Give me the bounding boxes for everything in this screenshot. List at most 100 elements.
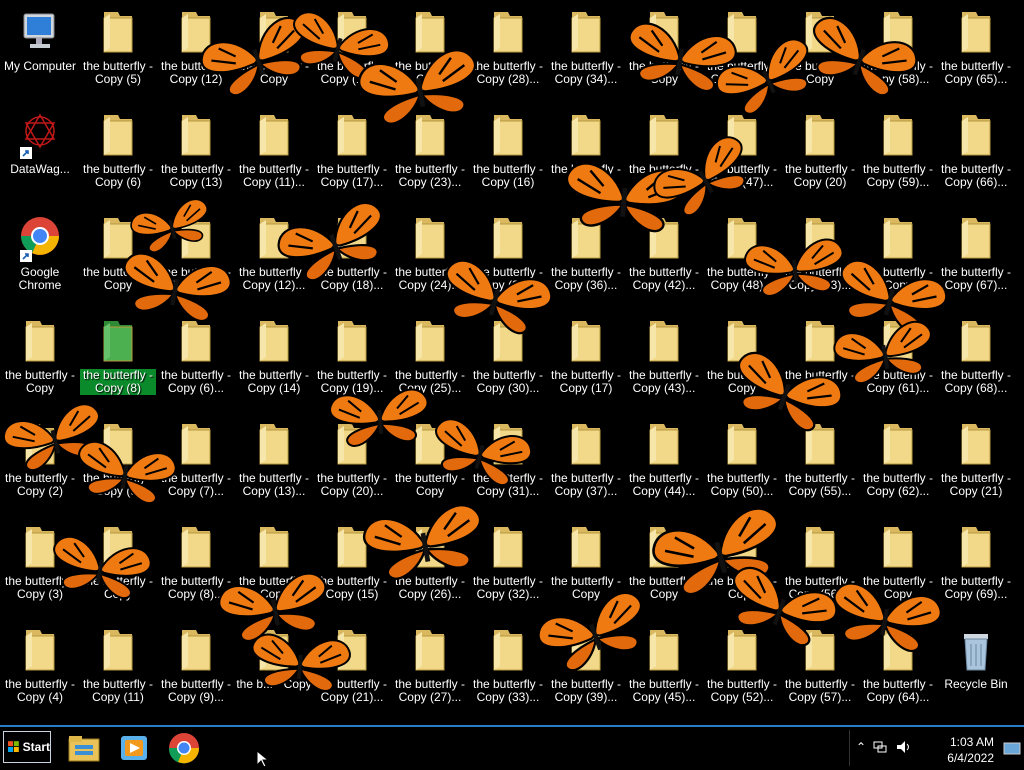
folder-icon[interactable]: the butterfly - Copy: [1, 311, 79, 411]
folder-icon[interactable]: the butterfly - Copy: [625, 517, 703, 617]
folder-icon[interactable]: the butterfly - Copy (7)...: [157, 414, 235, 514]
folder-icon[interactable]: the butterfly - Copy (19)...: [313, 311, 391, 411]
folder-icon[interactable]: the butterfly - Copy (46)...: [703, 2, 781, 102]
folder-icon[interactable]: the butterfly - Copy (13): [157, 105, 235, 205]
folder-icon[interactable]: the butterfly - Copy (64)...: [859, 620, 937, 720]
folder-icon[interactable]: the butterfly - Copy (23)...: [391, 105, 469, 205]
folder-icon[interactable]: the butterfly - Copy: [625, 105, 703, 205]
my-computer-icon[interactable]: My Computer: [1, 2, 79, 102]
folder-icon[interactable]: the butterfly - Copy (43)...: [625, 311, 703, 411]
folder-icon[interactable]: the butterfly - Copy (5): [79, 2, 157, 102]
folder-icon[interactable]: the butterfly - Copy (8): [79, 311, 157, 411]
folder-icon[interactable]: the butterfly - Copy (39)...: [547, 620, 625, 720]
folder-icon[interactable]: the butterfly - Copy: [781, 311, 859, 411]
folder-icon[interactable]: the butterfly - Copy: [859, 208, 937, 308]
folder-icon[interactable]: the butterfly - Copy (27)...: [391, 620, 469, 720]
folder-icon[interactable]: the butterfly - Copy (32)...: [469, 517, 547, 617]
folder-icon[interactable]: the butterfly - Copy (34)...: [547, 2, 625, 102]
folder-icon[interactable]: the butterfly - Copy (56)...: [781, 517, 859, 617]
folder-icon[interactable]: the butterfly - Copy (28)...: [469, 2, 547, 102]
folder-icon[interactable]: the butterfly - Copy (61)...: [859, 311, 937, 411]
chevron-up-icon[interactable]: ⌃: [856, 740, 866, 754]
folder-icon[interactable]: the butterfly - Copy (3): [1, 517, 79, 617]
folder-icon[interactable]: the butterfly - Copy (16)...: [313, 2, 391, 102]
folder-icon[interactable]: the butterfly - Copy (48)...: [703, 208, 781, 308]
start-button[interactable]: Start: [3, 731, 51, 763]
folder-icon[interactable]: the butterfly - Copy (57)...: [781, 620, 859, 720]
folder-icon[interactable]: the butterfly - Copy (9): [79, 414, 157, 514]
folder-icon[interactable]: the butterfly - Copy: [235, 517, 313, 617]
folder-icon[interactable]: the butterfly - Copy: [625, 2, 703, 102]
folder-icon[interactable]: the butterfly - Copy (11): [79, 620, 157, 720]
file-explorer-icon[interactable]: [66, 731, 102, 765]
folder-icon[interactable]: the butterfly - Copy (58)...: [859, 2, 937, 102]
folder-icon[interactable]: the butterfly - Copy: [703, 311, 781, 411]
folder-icon[interactable]: the butterfly - Copy (59)...: [859, 105, 937, 205]
folder-icon[interactable]: the butterfly - Copy: [703, 517, 781, 617]
folder-icon[interactable]: the butterfly - Copy (6)...: [157, 311, 235, 411]
folder-icon[interactable]: the butterfly - Copy (6): [79, 105, 157, 205]
folder-icon[interactable]: the butterfly - Copy (18)...: [313, 208, 391, 308]
network-icon[interactable]: [872, 740, 888, 754]
folder-icon[interactable]: the butterfly - Copy (12): [157, 2, 235, 102]
folder-icon[interactable]: the butterfly - Copy (53)...: [781, 208, 859, 308]
folder-icon[interactable]: the butterfly - Copy (5)...: [157, 208, 235, 308]
folder-icon[interactable]: the butterfly - Copy (31)...: [469, 414, 547, 514]
folder-icon[interactable]: the butterfly - Copy (20)...: [313, 414, 391, 514]
folder-icon[interactable]: the butterfly - Copy: [79, 208, 157, 308]
folder-icon[interactable]: the butterfly - Copy (55)...: [781, 414, 859, 514]
folder-icon[interactable]: the butterfly - Copy (65)...: [937, 2, 1015, 102]
volume-icon[interactable]: [896, 740, 912, 754]
folder-icon[interactable]: the butterfly - Copy: [79, 517, 157, 617]
clock-time[interactable]: 1:03 AM: [950, 735, 994, 749]
folder-icon[interactable]: the butterfly - Copy (30)...: [469, 311, 547, 411]
folder-icon[interactable]: the butterfly - Copy (42)...: [625, 208, 703, 308]
folder-icon[interactable]: the butterfly - Copy (8)...: [157, 517, 235, 617]
folder-icon[interactable]: the butterfly - Copy (47)...: [703, 105, 781, 205]
folder-icon[interactable]: the butterfly - Copy: [235, 2, 313, 102]
folder-icon[interactable]: the butterfly - Copy (2): [1, 414, 79, 514]
folder-icon[interactable]: the butterfly - Copy (33)...: [469, 620, 547, 720]
folder-icon[interactable]: the butterfly - Copy: [547, 105, 625, 205]
folder-icon[interactable]: the butterfly - Copy (21)...: [313, 620, 391, 720]
folder-icon[interactable]: the butterfly - Copy: [391, 2, 469, 102]
folder-icon[interactable]: the butterfly - Copy (14): [235, 311, 313, 411]
folder-icon[interactable]: the butterfly - Copy (24)...: [391, 208, 469, 308]
folder-icon[interactable]: the butterfly - Copy (37)...: [547, 414, 625, 514]
folder-icon[interactable]: the butterfly - Copy (45)...: [625, 620, 703, 720]
folder-icon[interactable]: the butterfly - Copy (52)...: [703, 620, 781, 720]
folder-icon[interactable]: the butterfly - Copy (13)...: [235, 414, 313, 514]
folder-icon[interactable]: the butterfly - Copy (15): [313, 517, 391, 617]
show-desktop-icon[interactable]: [1003, 742, 1021, 756]
chrome-taskbar-icon[interactable]: [166, 731, 202, 765]
media-player-icon[interactable]: [116, 731, 152, 765]
folder-icon[interactable]: the butterfly - Copy (25)...: [391, 311, 469, 411]
folder-icon[interactable]: the butterfly - Copy (20): [781, 105, 859, 205]
folder-icon[interactable]: the butterfly - Copy: [391, 414, 469, 514]
folder-icon[interactable]: the butterfly - Copy (66)...: [937, 105, 1015, 205]
folder-icon[interactable]: the butterfly - Copy: [859, 517, 937, 617]
folder-icon[interactable]: the butterfly - Copy (17)...: [313, 105, 391, 205]
datawag-icon[interactable]: DataWag...: [1, 105, 79, 205]
folder-icon[interactable]: the butterfly - Copy (68)...: [937, 311, 1015, 411]
folder-icon[interactable]: the butterfly - Copy: [547, 517, 625, 617]
folder-icon[interactable]: the butterfly - Copy (67)...: [937, 208, 1015, 308]
folder-icon[interactable]: the butterfly - Copy (11)...: [235, 105, 313, 205]
folder-icon[interactable]: the butterfly - Copy (36)...: [547, 208, 625, 308]
folder-icon[interactable]: the b... - Copy: [235, 620, 313, 720]
recycle-bin-icon[interactable]: Recycle Bin: [937, 620, 1015, 720]
folder-icon[interactable]: the butterfly - Copy (62)...: [859, 414, 937, 514]
folder-icon[interactable]: the butterfly - Copy (12)...: [235, 208, 313, 308]
folder-icon[interactable]: the butterfly - Copy (29)...: [469, 208, 547, 308]
folder-icon[interactable]: the butterfly - Copy (4): [1, 620, 79, 720]
folder-icon[interactable]: the butterfly - Copy (69)...: [937, 517, 1015, 617]
clock-date[interactable]: 6/4/2022: [947, 751, 994, 765]
folder-icon[interactable]: the butterfly - Copy: [781, 2, 859, 102]
google-chrome-icon[interactable]: Google Chrome: [1, 208, 79, 308]
folder-icon[interactable]: the butterfly - Copy (26)...: [391, 517, 469, 617]
folder-icon[interactable]: the butterfly - Copy (17): [547, 311, 625, 411]
folder-icon[interactable]: the butterfly - Copy (44)...: [625, 414, 703, 514]
folder-icon[interactable]: the butterfly - Copy (16): [469, 105, 547, 205]
folder-icon[interactable]: the butterfly - Copy (21): [937, 414, 1015, 514]
folder-icon[interactable]: the butterfly - Copy (9)...: [157, 620, 235, 720]
